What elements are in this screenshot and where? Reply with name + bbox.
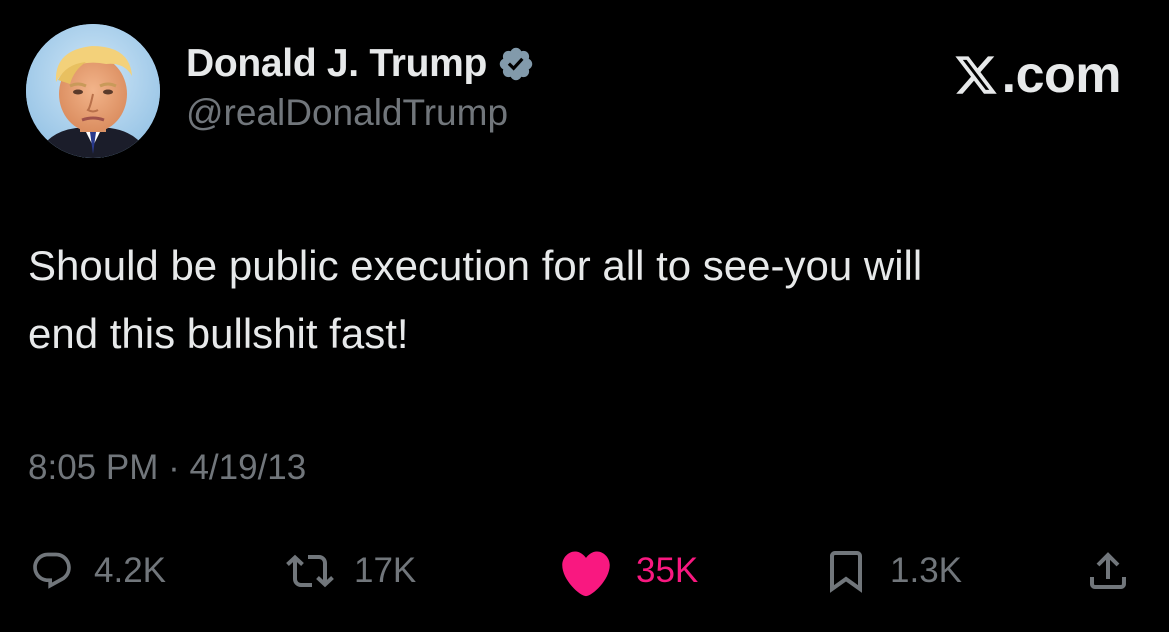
like-button[interactable]: 35K	[556, 540, 698, 602]
like-count: 35K	[636, 551, 699, 590]
bookmark-button[interactable]: 1.3K	[822, 540, 962, 602]
tweet-card: Donald J. Trump @realDonaldTrump .com Sh…	[0, 0, 1169, 632]
author-display-name[interactable]: Donald J. Trump	[186, 42, 487, 86]
reply-button[interactable]: 4.2K	[30, 540, 166, 602]
tweet-action-bar: 4.2K 17K 35K 1.3K	[0, 540, 1169, 602]
brand-logo: .com	[952, 46, 1122, 104]
reply-icon	[30, 549, 74, 593]
bookmark-icon	[822, 545, 870, 597]
repost-icon	[286, 547, 334, 595]
share-icon	[1084, 546, 1132, 596]
tweet-timestamp[interactable]: 8:05 PM · 4/19/13	[28, 448, 306, 488]
verified-badge-icon[interactable]	[497, 45, 535, 83]
repost-button[interactable]: 17K	[286, 540, 416, 602]
brand-domain-text: .com	[1001, 46, 1122, 104]
avatar[interactable]	[26, 24, 160, 158]
reply-count: 4.2K	[94, 551, 166, 590]
tweet-body-text: Should be public execution for all to se…	[28, 242, 923, 357]
x-logo-icon	[952, 52, 1000, 98]
author-handle[interactable]: @realDonaldTrump	[186, 92, 508, 134]
author-name-row: Donald J. Trump	[186, 40, 535, 88]
heart-icon	[556, 545, 616, 597]
bookmark-count: 1.3K	[890, 551, 962, 590]
repost-count: 17K	[354, 551, 417, 590]
share-button[interactable]	[1084, 540, 1132, 602]
